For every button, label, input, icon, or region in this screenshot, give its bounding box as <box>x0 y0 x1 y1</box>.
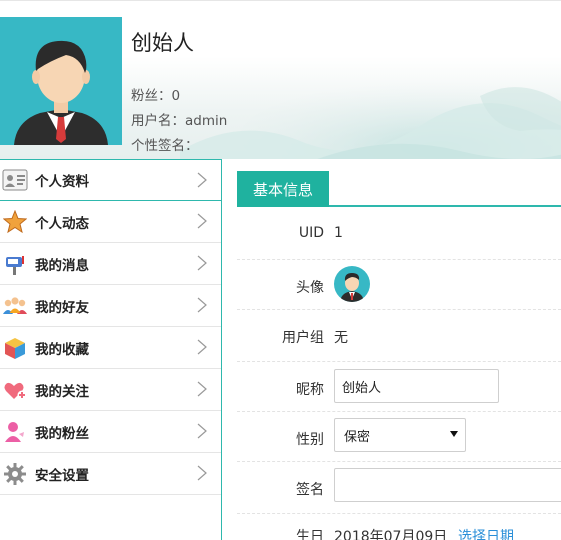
nickname-label: 昵称 <box>296 382 324 398</box>
followers-count: 粉丝：0 <box>131 88 181 104</box>
chevron-right-icon <box>197 339 207 355</box>
sidebar-item-fans[interactable]: 我的粉丝 <box>0 411 221 453</box>
fan-user-icon <box>2 419 28 445</box>
signature-label: 签名 <box>296 482 324 498</box>
avatar-thumbnail[interactable] <box>334 266 370 302</box>
sidebar-item-activity[interactable]: 个人动态 <box>0 201 221 243</box>
username: 用户名：admin <box>131 113 228 129</box>
heart-plus-icon <box>2 377 28 403</box>
profile-name: 创始人 <box>131 31 194 55</box>
chevron-right-icon <box>197 381 207 397</box>
friends-icon <box>2 293 28 319</box>
sidebar-item-messages[interactable]: 我的消息 <box>0 243 221 285</box>
content-tabbar: 基本信息 <box>237 171 561 207</box>
box-icon <box>2 335 28 361</box>
sidebar-item-label: 我的消息 <box>35 257 89 274</box>
uid-label: UID <box>298 225 324 241</box>
star-icon <box>2 209 28 235</box>
field-row-gender: 性别 保密 <box>237 412 561 462</box>
chevron-right-icon <box>197 297 207 313</box>
choose-date-link[interactable]: 选择日期 <box>458 526 514 540</box>
chevron-right-icon <box>197 172 207 188</box>
sidebar-item-following[interactable]: 我的关注 <box>0 369 221 411</box>
user-avatar-icon <box>340 273 364 302</box>
gender-label: 性别 <box>296 432 324 448</box>
id-card-icon <box>2 167 28 193</box>
birthday-label: 生日 <box>296 529 324 540</box>
sidebar-item-label: 我的关注 <box>35 383 89 400</box>
sidebar-menu: 个人资料 个人动态 我的消息 我的好友 我的收藏 我的关注 我的粉丝 安全设置 <box>0 159 222 540</box>
chevron-right-icon <box>197 255 207 271</box>
sidebar-item-favorites[interactable]: 我的收藏 <box>0 327 221 369</box>
sidebar-item-label: 我的收藏 <box>35 341 89 358</box>
sidebar-item-label: 我的粉丝 <box>35 425 89 442</box>
field-row-uid: UID 1 <box>237 208 561 260</box>
signature-input[interactable] <box>334 468 561 502</box>
gender-select[interactable]: 保密 <box>334 418 466 452</box>
chevron-right-icon <box>197 213 207 229</box>
field-row-group: 用户组 无 <box>237 310 561 362</box>
field-row-nickname: 昵称 <box>237 362 561 412</box>
field-row-birthday: 生日 2018年07月09日 选择日期 <box>237 514 561 540</box>
dropdown-arrow-icon <box>450 431 458 437</box>
gear-icon <box>2 461 28 487</box>
sidebar-item-label: 我的好友 <box>35 299 89 316</box>
sidebar-item-label: 个人动态 <box>35 215 89 232</box>
profile-header: 创始人 粉丝：0 用户名：admin 个性签名： <box>0 0 561 159</box>
profile-avatar[interactable] <box>0 17 122 145</box>
header-background-mist <box>180 81 561 159</box>
uid-value: 1 <box>334 225 343 241</box>
user-center-page: 创始人 粉丝：0 用户名：admin 个性签名： 个人资料 个人动态 我的消息 … <box>0 0 561 540</box>
avatar-label: 头像 <box>296 280 324 296</box>
sidebar-item-friends[interactable]: 我的好友 <box>0 285 221 327</box>
user-avatar-icon <box>14 40 108 145</box>
tab-basic-info[interactable]: 基本信息 <box>237 171 329 207</box>
chevron-right-icon <box>197 465 207 481</box>
mailbox-icon <box>2 251 28 277</box>
sidebar-item-security[interactable]: 安全设置 <box>0 453 221 495</box>
sidebar-item-profile[interactable]: 个人资料 <box>0 159 221 201</box>
signature: 个性签名： <box>131 138 199 154</box>
nickname-input[interactable] <box>334 369 499 403</box>
group-value: 无 <box>334 330 348 346</box>
field-row-avatar: 头像 <box>237 260 561 310</box>
field-row-signature: 签名 <box>237 462 561 514</box>
birthday-value: 2018年07月09日 <box>334 529 448 540</box>
group-label: 用户组 <box>282 330 324 346</box>
gender-select-value: 保密 <box>344 429 371 445</box>
sidebar-item-label: 个人资料 <box>35 174 89 190</box>
sidebar-item-label: 安全设置 <box>35 467 89 484</box>
chevron-right-icon <box>197 423 207 439</box>
